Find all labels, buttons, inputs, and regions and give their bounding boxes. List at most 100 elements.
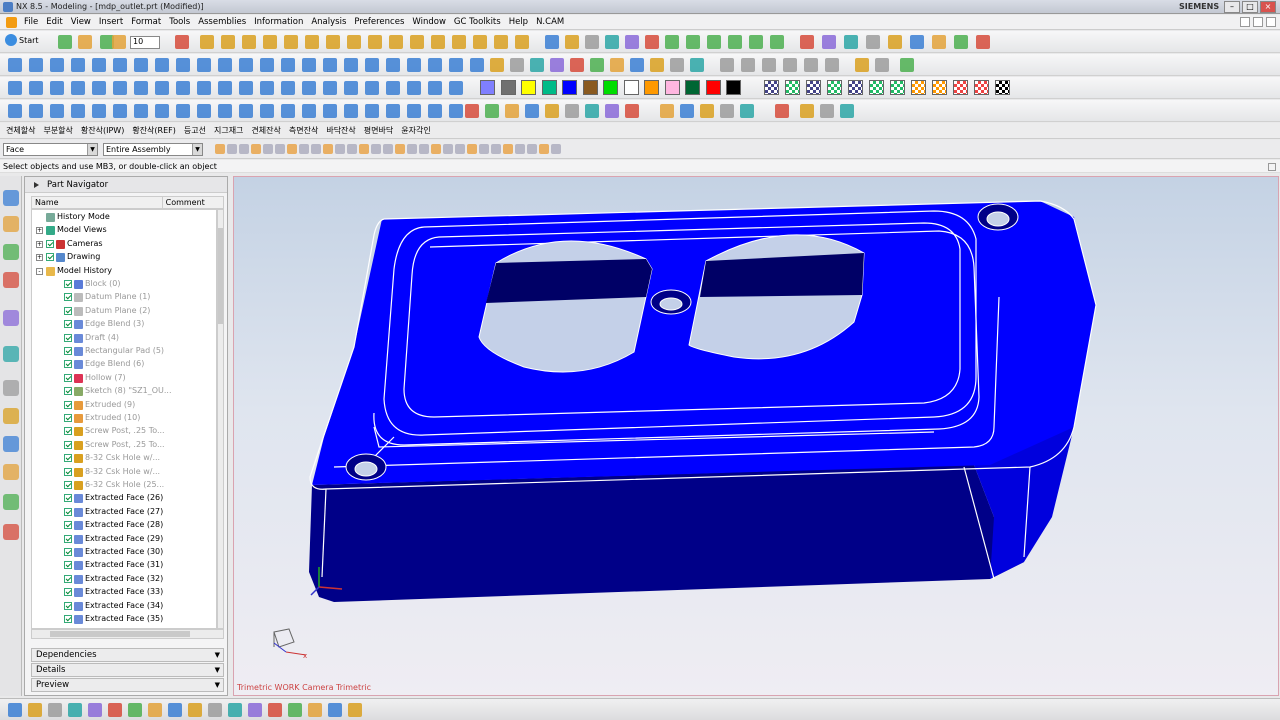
cam-operation-button[interactable]: 윤자각인 — [401, 125, 430, 136]
visibility-checkbox[interactable] — [64, 347, 72, 355]
snap-point-button[interactable] — [299, 144, 309, 154]
snap-point-button[interactable] — [467, 144, 477, 154]
column-name[interactable]: Name — [32, 197, 163, 208]
menu-help[interactable]: Help — [505, 17, 532, 27]
toolbar-button[interactable] — [728, 35, 742, 49]
snap-point-button[interactable] — [383, 144, 393, 154]
toolbar-button[interactable] — [268, 703, 282, 717]
toolbar-button[interactable] — [770, 35, 784, 49]
color-swatch[interactable] — [500, 80, 516, 95]
toolbar-button[interactable] — [888, 35, 902, 49]
tree-node[interactable]: Screw Post, .25 To... — [32, 425, 216, 438]
toolbar-button[interactable] — [263, 35, 277, 49]
snap-point-button[interactable] — [443, 144, 453, 154]
toolbar-button[interactable] — [58, 35, 72, 49]
toolbar-button[interactable] — [155, 58, 169, 72]
toolbar-button[interactable] — [825, 58, 839, 72]
color-swatch[interactable] — [582, 80, 598, 95]
menu-insert[interactable]: Insert — [95, 17, 127, 27]
tree-node[interactable]: 8-32 Csk Hole w/... — [32, 452, 216, 465]
tree-node[interactable]: 8-32 Csk Hole w/... — [32, 466, 216, 479]
snap-point-button[interactable] — [239, 144, 249, 154]
toolbar-button[interactable] — [112, 35, 126, 49]
toolbar-button[interactable] — [690, 58, 704, 72]
snap-point-button[interactable] — [275, 144, 285, 154]
toolbar-button[interactable] — [932, 35, 946, 49]
tree-node[interactable]: Draft (4) — [32, 332, 216, 345]
toolbar-button[interactable] — [720, 58, 734, 72]
toolbar-button[interactable] — [452, 35, 466, 49]
toolbar-button[interactable] — [218, 104, 232, 118]
cam-operation-button[interactable]: 지그재그 — [214, 125, 243, 136]
toolbar-button[interactable] — [8, 104, 22, 118]
toolbar-button[interactable] — [71, 104, 85, 118]
toolbar-button[interactable] — [449, 104, 463, 118]
tree-node[interactable]: - Model History — [32, 265, 216, 278]
visibility-checkbox[interactable] — [64, 534, 72, 543]
toolbar-button[interactable] — [610, 58, 624, 72]
toolbar-button[interactable] — [92, 104, 106, 118]
column-comment[interactable]: Comment — [163, 197, 223, 208]
toolbar-button[interactable] — [585, 104, 599, 118]
toolbar-button[interactable] — [281, 58, 295, 72]
visibility-checkbox[interactable] — [64, 306, 72, 315]
toolbar-button[interactable] — [197, 58, 211, 72]
toolbar-button[interactable] — [900, 58, 914, 72]
visibility-checkbox[interactable] — [64, 494, 72, 503]
tree-node[interactable]: Hollow (7) — [32, 372, 216, 385]
visibility-checkbox[interactable] — [64, 481, 72, 489]
tree-node[interactable]: Edge Blend (6) — [32, 358, 216, 371]
toolbar-button[interactable] — [239, 58, 253, 72]
toolbar-button[interactable] — [50, 104, 64, 118]
toolbar-button[interactable] — [844, 35, 858, 49]
snap-point-button[interactable] — [251, 144, 261, 154]
toolbar-button[interactable] — [749, 35, 763, 49]
toolbar-button[interactable] — [242, 35, 256, 49]
tree-node[interactable]: Extruded (10) — [32, 412, 216, 425]
pattern-swatch[interactable] — [827, 80, 842, 95]
toolbar-button[interactable] — [208, 703, 222, 717]
toolbar-button[interactable] — [248, 703, 262, 717]
visibility-checkbox[interactable] — [64, 414, 72, 422]
toolbar-button[interactable] — [323, 81, 337, 95]
toolbar-button[interactable] — [645, 35, 659, 49]
toolbar-button[interactable] — [228, 703, 242, 717]
toolbar-button[interactable] — [113, 104, 127, 118]
color-swatch[interactable] — [541, 80, 557, 95]
toolbar-button[interactable] — [822, 35, 836, 49]
menu-analysis[interactable]: Analysis — [307, 17, 350, 27]
tree-node[interactable]: Extruded (9) — [32, 399, 216, 412]
color-swatch[interactable] — [623, 80, 639, 95]
toolbar-button[interactable] — [650, 58, 664, 72]
zoom-field[interactable]: 10 — [130, 36, 160, 49]
tree-node[interactable]: Extracted Face (27) — [32, 506, 216, 519]
menu-gc-toolkits[interactable]: GC Toolkits — [450, 17, 505, 27]
toolbar-button[interactable] — [365, 81, 379, 95]
toolbar-button[interactable] — [800, 104, 814, 118]
toolbar-button[interactable] — [386, 104, 400, 118]
toolbar-button[interactable] — [954, 35, 968, 49]
toolbar-button[interactable] — [470, 58, 484, 72]
toolbar-button[interactable] — [565, 104, 579, 118]
resource-tab-icon[interactable] — [3, 346, 19, 362]
toolbar-button[interactable] — [545, 35, 559, 49]
cam-operation-button[interactable]: 부분할삭 — [43, 125, 72, 136]
toolbar-button[interactable] — [29, 58, 43, 72]
toolbar-button[interactable] — [288, 703, 302, 717]
cam-operation-button[interactable]: 측면잔삭 — [289, 125, 318, 136]
snap-point-button[interactable] — [527, 144, 537, 154]
toolbar-button[interactable] — [128, 703, 142, 717]
color-swatch[interactable] — [644, 80, 659, 95]
visibility-checkbox[interactable] — [64, 440, 72, 449]
visibility-checkbox[interactable] — [64, 280, 72, 288]
toolbar-button[interactable] — [407, 81, 421, 95]
toolbar-button[interactable] — [565, 35, 579, 49]
toolbar-button[interactable] — [762, 58, 776, 72]
visibility-checkbox[interactable] — [64, 507, 72, 516]
toolbar-button[interactable] — [218, 58, 232, 72]
graphics-window[interactable]: x Trimetric WORK Camera Trimetric — [233, 176, 1279, 696]
toolbar-button[interactable] — [660, 104, 674, 118]
toolbar-button[interactable] — [48, 703, 62, 717]
visibility-checkbox[interactable] — [64, 454, 72, 463]
toolbar-button[interactable] — [176, 81, 190, 95]
